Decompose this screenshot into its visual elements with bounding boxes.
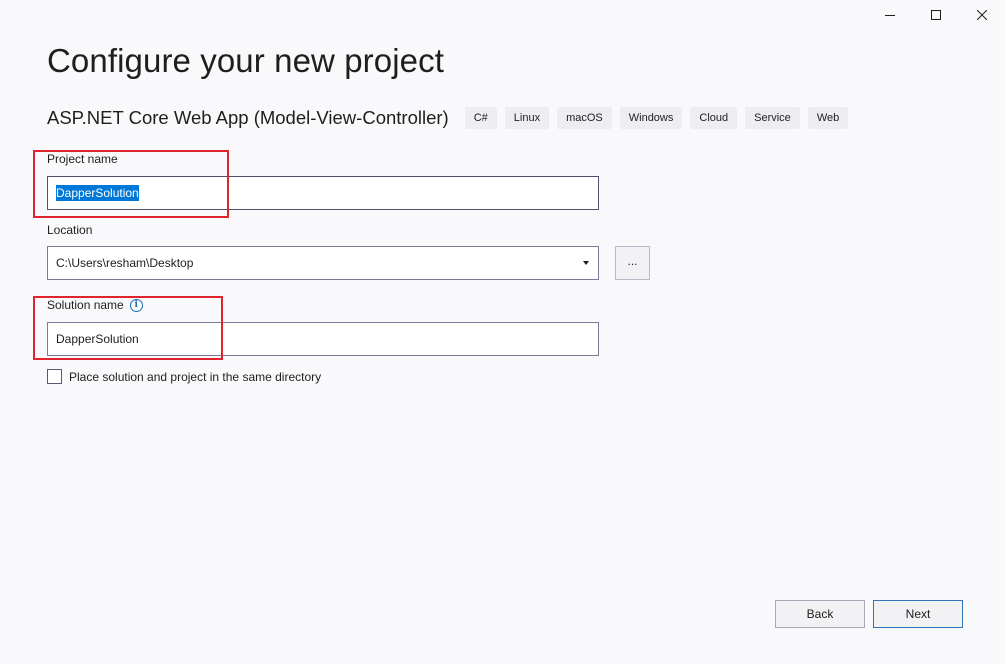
location-label: Location (47, 223, 93, 237)
close-icon[interactable] (959, 0, 1005, 30)
same-directory-label: Place solution and project in the same d… (69, 369, 322, 384)
same-directory-checkbox[interactable] (47, 369, 62, 384)
solution-name-label: Solution name i (47, 298, 143, 313)
tag: Linux (504, 107, 550, 129)
solution-name-input[interactable]: DapperSolution (47, 322, 599, 356)
minimize-icon[interactable] (867, 0, 913, 30)
location-combobox[interactable]: C:\Users\resham\Desktop (47, 246, 599, 280)
tag: macOS (557, 107, 612, 129)
tag: C# (464, 107, 497, 129)
tag: Web (807, 107, 849, 129)
solution-name-value: DapperSolution (56, 332, 139, 346)
same-directory-option[interactable]: Place solution and project in the same d… (47, 369, 321, 384)
project-name-label: Project name (47, 152, 118, 166)
tag: Cloud (690, 107, 738, 129)
chevron-down-icon[interactable] (583, 261, 589, 265)
maximize-icon[interactable] (913, 0, 959, 30)
project-name-value: DapperSolution (56, 185, 139, 201)
next-button[interactable]: Next (873, 600, 963, 628)
project-name-input[interactable]: DapperSolution (47, 176, 599, 210)
window-controls (867, 0, 1005, 30)
template-name: ASP.NET Core Web App (Model-View-Control… (47, 107, 449, 128)
tag: Service (745, 107, 800, 129)
location-value: C:\Users\resham\Desktop (56, 256, 194, 270)
template-info: ASP.NET Core Web App (Model-View-Control… (47, 107, 849, 129)
template-tags: C# Linux macOS Windows Cloud Service Web (464, 107, 849, 129)
info-icon[interactable]: i (129, 299, 143, 313)
solution-name-label-text: Solution name (47, 298, 124, 312)
browse-button[interactable]: ... (615, 246, 650, 280)
tag: Windows (619, 107, 683, 129)
back-button[interactable]: Back (775, 600, 865, 628)
page-title: Configure your new project (47, 42, 444, 79)
